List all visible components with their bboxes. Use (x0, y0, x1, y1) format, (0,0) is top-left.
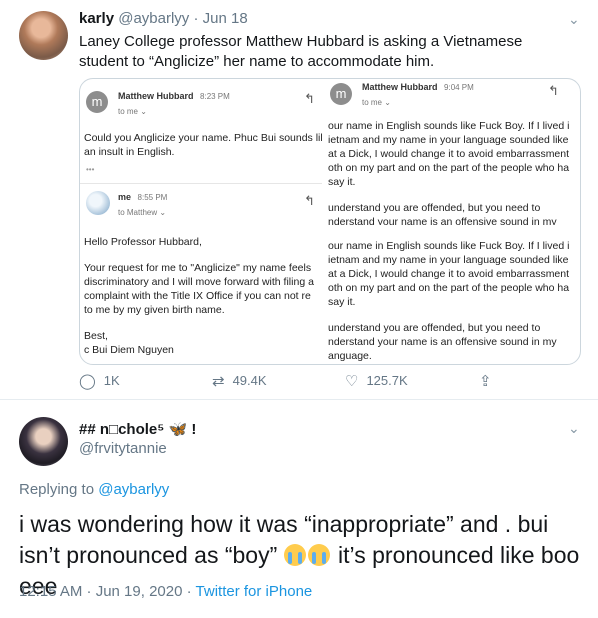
reply-count: 1K (103, 373, 120, 388)
replying-to: Replying to @aybarlyy (19, 481, 170, 498)
tweet-actions: ◯ 1K ⇄ 49.4K ♡ 125.7K ⇪ (79, 372, 559, 394)
author-name[interactable]: ## n□chole⁵ 🦋 ! (79, 420, 196, 438)
email-body: our name in English sounds like Fuck Boy… (328, 240, 570, 308)
sender-avatar (86, 191, 110, 215)
author-name[interactable]: karly (79, 10, 114, 27)
email-greeting: Hello Professor Hubbard, (84, 236, 202, 248)
email-recipient: to me ⌄ (362, 98, 391, 107)
reply-icon: ↰ (304, 91, 315, 106)
reply-icon: ◯ (79, 373, 96, 390)
tweet-metadata: 12:15 AM · Jun 19, 2020 · Twitter for iP… (19, 583, 312, 600)
sender-avatar: m (86, 91, 108, 113)
email-recipient: to me ⌄ (118, 107, 147, 116)
sender-avatar: m (330, 83, 352, 105)
email-body: Could you Anglicize your name. Phuc Bui … (84, 132, 323, 158)
retweet-icon: ⇄ (212, 373, 225, 390)
retweet-button[interactable]: ⇄ 49.4K (212, 372, 267, 390)
author-handle[interactable]: @frvitytannie (79, 440, 167, 457)
like-button[interactable]: ♡ 125.7K (345, 372, 408, 390)
email-sender: me 8:55 PM (118, 192, 168, 202)
tweet-source-link[interactable]: Twitter for iPhone (196, 583, 313, 600)
email-sender: Matthew Hubbard 9:04 PM (362, 82, 474, 92)
email-sender: Matthew Hubbard 8:23 PM (118, 91, 230, 101)
butterfly-emoji: 🦋 (168, 421, 188, 438)
ellipsis-icon: ••• (86, 165, 95, 174)
divider (328, 225, 580, 233)
chevron-down-icon[interactable]: ⌄ (568, 420, 580, 437)
avatar[interactable] (19, 11, 68, 60)
tweet-text: Laney College professor Matthew Hubbard … (79, 33, 523, 70)
reply-icon: ↰ (304, 193, 315, 208)
reply-button[interactable]: ◯ 1K (79, 372, 120, 390)
like-count: 125.7K (366, 373, 408, 388)
original-tweet: karly @aybarlyy · Jun 18 ⌄ Laney College… (0, 0, 598, 396)
replying-to-link[interactable]: @aybarlyy (98, 481, 169, 498)
email-recipient: to Matthew ⌄ (118, 208, 167, 217)
reply-icon: ↰ (548, 83, 559, 98)
tweet-separator (0, 399, 598, 400)
heart-icon: ♡ (345, 373, 359, 390)
share-icon: ⇪ (479, 373, 492, 390)
divider (80, 183, 322, 184)
email-signature: c Bui Diem Nguyen (84, 344, 174, 356)
email-body: our name in English sounds like Fuck Boy… (328, 120, 570, 188)
crying-emoji (283, 544, 306, 566)
avatar[interactable] (19, 417, 68, 466)
retweet-count: 49.4K (232, 373, 267, 388)
email-signoff: Best, (84, 330, 108, 342)
tweet-date[interactable]: · Jun 18 (193, 10, 247, 27)
author-handle[interactable]: @aybarlyy (118, 10, 189, 27)
tweet-media[interactable]: m Matthew Hubbard 8:23 PM to me ⌄ ↰ Coul… (79, 78, 581, 365)
email-body: understand you are offended, but you nee… (328, 322, 557, 362)
crying-emoji (307, 544, 330, 566)
chevron-down-icon[interactable]: ⌄ (568, 11, 580, 28)
share-button[interactable]: ⇪ (479, 372, 500, 390)
tweet-header: karly @aybarlyy · Jun 18 (79, 10, 248, 27)
email-body: Your request for me to "Anglicize" my na… (84, 262, 314, 316)
tweet-timestamp[interactable]: 12:15 AM · Jun 19, 2020 · (19, 583, 192, 600)
